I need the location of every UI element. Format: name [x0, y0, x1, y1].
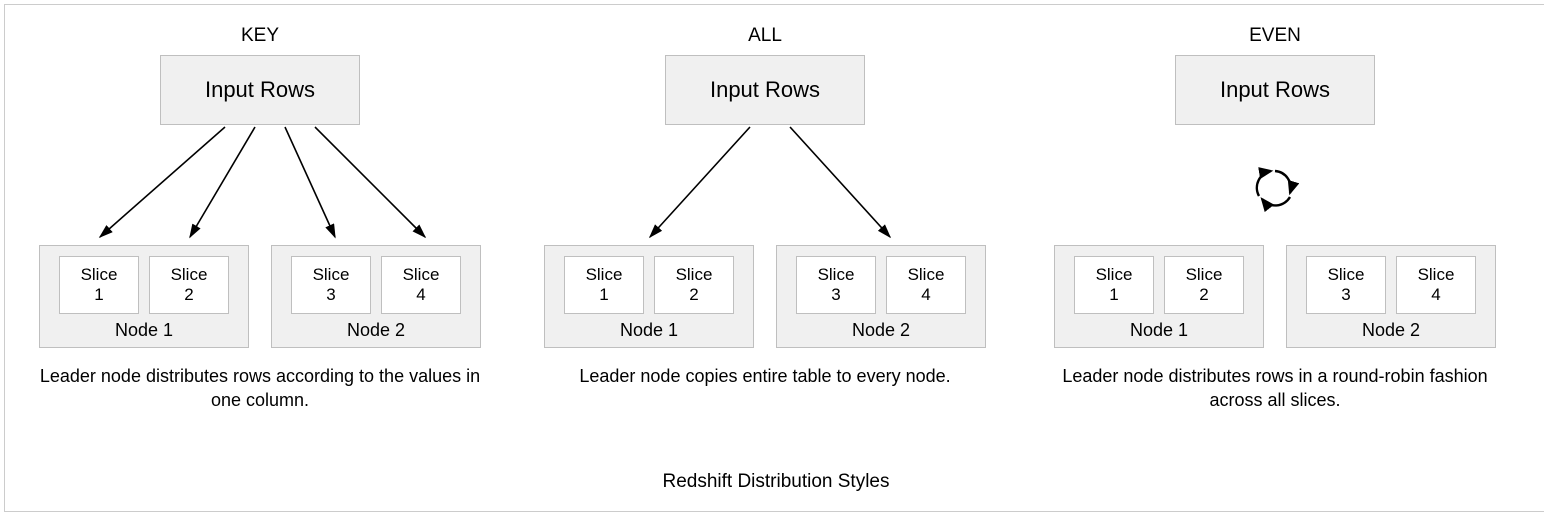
caption-key: Leader node distributes rows according t… [15, 364, 505, 413]
slice3-key: Slice3 [291, 256, 371, 314]
slice3-all: Slice3 [796, 256, 876, 314]
slice4-all: Slice4 [886, 256, 966, 314]
slice4-key: Slice4 [381, 256, 461, 314]
slice1-even: Slice1 [1074, 256, 1154, 314]
node2-label-all: Node 2 [787, 318, 975, 341]
node2-key: Slice3 Slice4 Node 2 [271, 245, 481, 348]
node1-label-key: Node 1 [50, 318, 238, 341]
arrows-all [525, 125, 1005, 245]
input-rows-box-all: Input Rows [665, 55, 865, 125]
slice3-even: Slice3 [1306, 256, 1386, 314]
arrows-all-svg [525, 125, 1025, 245]
slice2-even: Slice2 [1164, 256, 1244, 314]
arrows-key-svg [15, 125, 515, 245]
diagram-title: Redshift Distribution Styles [5, 471, 1544, 493]
nodes-row-even: Slice1 Slice2 Node 1 Slice3 Slice4 Node … [1025, 245, 1525, 348]
caption-even: Leader node distributes rows in a round-… [1025, 364, 1525, 413]
slice2-all: Slice2 [654, 256, 734, 314]
node2-label-key: Node 2 [282, 318, 470, 341]
panel-all: ALL Input Rows Slice1 Slice2 Node [515, 5, 1015, 388]
panel-key-title: KEY [15, 25, 505, 47]
caption-all: Leader node copies entire table to every… [525, 364, 1005, 388]
nodes-row-key: Slice1 Slice2 Node 1 Slice3 Slice4 Node … [15, 245, 505, 348]
node2-even: Slice3 Slice4 Node 2 [1286, 245, 1496, 348]
arrows-key [15, 125, 505, 245]
arrows-even [1025, 125, 1525, 245]
panel-all-title: ALL [525, 25, 1005, 47]
slice2-key: Slice2 [149, 256, 229, 314]
input-rows-box-even: Input Rows [1175, 55, 1375, 125]
input-rows-box-key: Input Rows [160, 55, 360, 125]
panel-even: EVEN Input Rows Slice1 [1015, 5, 1535, 413]
slice1-key: Slice1 [59, 256, 139, 314]
node1-label-even: Node 1 [1065, 318, 1253, 341]
node1-even: Slice1 Slice2 Node 1 [1054, 245, 1264, 348]
nodes-row-all: Slice1 Slice2 Node 1 Slice3 Slice4 Node … [525, 245, 1005, 348]
node1-label-all: Node 1 [555, 318, 743, 341]
node2-all: Slice3 Slice4 Node 2 [776, 245, 986, 348]
slice1-all: Slice1 [564, 256, 644, 314]
diagram-container: KEY Input Rows Slice1 Slice2 [4, 4, 1544, 512]
node1-all: Slice1 Slice2 Node 1 [544, 245, 754, 348]
round-robin-cycle-icon [1250, 163, 1300, 213]
node1-key: Slice1 Slice2 Node 1 [39, 245, 249, 348]
panel-key: KEY Input Rows Slice1 Slice2 [5, 5, 515, 413]
node2-label-even: Node 2 [1297, 318, 1485, 341]
slice4-even: Slice4 [1396, 256, 1476, 314]
panel-even-title: EVEN [1025, 25, 1525, 47]
